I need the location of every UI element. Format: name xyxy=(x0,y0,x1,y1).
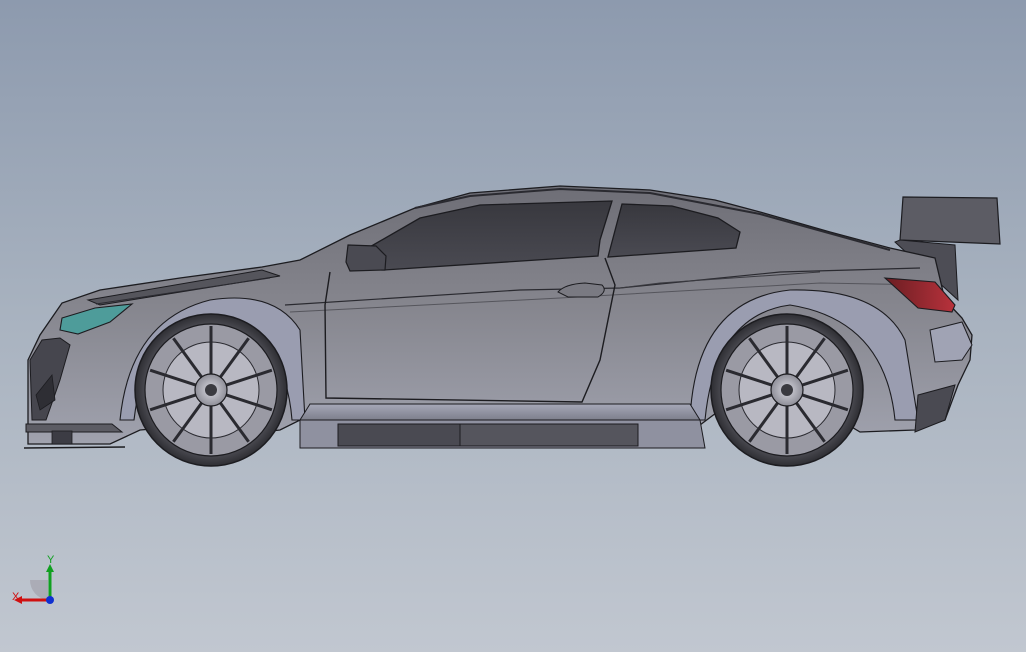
cad-viewport[interactable]: Y X xyxy=(0,0,1026,652)
side-skirt xyxy=(299,403,706,449)
z-axis-dot xyxy=(46,596,54,604)
triad-plane-icon xyxy=(29,580,48,600)
rear-wheel[interactable] xyxy=(710,313,864,467)
coordinate-triad[interactable]: Y X xyxy=(12,554,55,604)
front-wheel[interactable] xyxy=(134,313,288,467)
y-axis-label: Y xyxy=(47,554,55,566)
x-axis-label: X xyxy=(12,591,20,603)
